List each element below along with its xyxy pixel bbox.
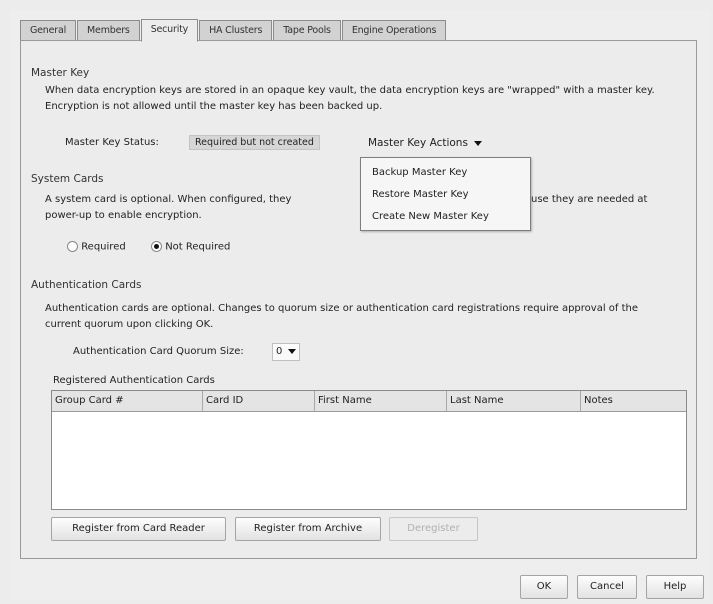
column-header-last-name[interactable]: Last Name (447, 391, 581, 411)
tab-ha-clusters[interactable]: HA Clusters (199, 20, 273, 40)
column-header-group-card[interactable]: Group Card # (52, 391, 203, 411)
auth-cards-title: Authentication Cards (31, 279, 142, 291)
help-button[interactable]: Help (646, 575, 704, 599)
ok-button[interactable]: OK (520, 575, 568, 599)
tab-bar: General Members Security HA Clusters Tap… (20, 19, 447, 42)
system-cards-description-line2: power-up to enable encryption. (45, 210, 202, 221)
radio-not-required-label: Not Required (165, 241, 231, 253)
quorum-size-value: 0 (276, 346, 283, 357)
tab-engine-operations[interactable]: Engine Operations (341, 20, 447, 40)
cancel-button[interactable]: Cancel (577, 575, 637, 599)
radio-required[interactable]: Required (67, 241, 126, 253)
master-key-status-label: Master Key Status: (65, 137, 159, 148)
column-header-first-name[interactable]: First Name (315, 391, 447, 411)
master-key-actions-menu: Backup Master Key Restore Master Key Cre… (360, 157, 531, 231)
radio-not-required-indicator (151, 241, 162, 252)
menu-item-restore-master-key[interactable]: Restore Master Key (372, 189, 469, 200)
tab-tape-pools[interactable]: Tape Pools (273, 20, 341, 40)
tab-members[interactable]: Members (77, 20, 140, 40)
radio-required-label: Required (81, 241, 126, 253)
register-from-card-reader-button[interactable]: Register from Card Reader (51, 517, 226, 541)
menu-item-backup-master-key[interactable]: Backup Master Key (372, 167, 467, 178)
radio-not-required[interactable]: Not Required (151, 241, 230, 253)
master-key-title: Master Key (31, 67, 90, 79)
column-header-notes[interactable]: Notes (581, 391, 686, 411)
radio-required-indicator (67, 241, 78, 252)
quorum-size-select[interactable]: 0 (272, 343, 301, 361)
master-key-actions-dropdown[interactable]: Master Key Actions (368, 137, 482, 149)
quorum-size-label: Authentication Card Quorum Size: (73, 346, 244, 357)
chevron-down-icon (288, 348, 297, 354)
master-key-actions-label: Master Key Actions (368, 137, 468, 149)
auth-cards-description: Authentication cards are optional. Chang… (45, 303, 639, 330)
system-cards-description-line1-right: use they are needed at (531, 194, 648, 205)
register-from-archive-button[interactable]: Register from Archive (235, 517, 381, 541)
system-cards-title: System Cards (31, 173, 104, 185)
menu-item-create-new-master-key[interactable]: Create New Master Key (372, 211, 489, 222)
deregister-button[interactable]: Deregister (389, 517, 478, 541)
master-key-status-value: Required but not created (189, 135, 320, 150)
registered-cards-table: Group Card # Card ID First Name Last Nam… (51, 390, 687, 510)
security-panel: Master Key When data encryption keys are… (20, 40, 697, 559)
registered-cards-title: Registered Authentication Cards (53, 375, 215, 386)
tab-general[interactable]: General (20, 20, 77, 40)
column-header-card-id[interactable]: Card ID (203, 391, 315, 411)
tab-security[interactable]: Security (140, 19, 199, 42)
master-key-description: When data encryption keys are stored in … (45, 85, 655, 112)
system-cards-description-line1-left: A system card is optional. When configur… (45, 194, 292, 205)
table-header: Group Card # Card ID First Name Last Nam… (52, 391, 686, 412)
chevron-down-icon (473, 140, 482, 146)
